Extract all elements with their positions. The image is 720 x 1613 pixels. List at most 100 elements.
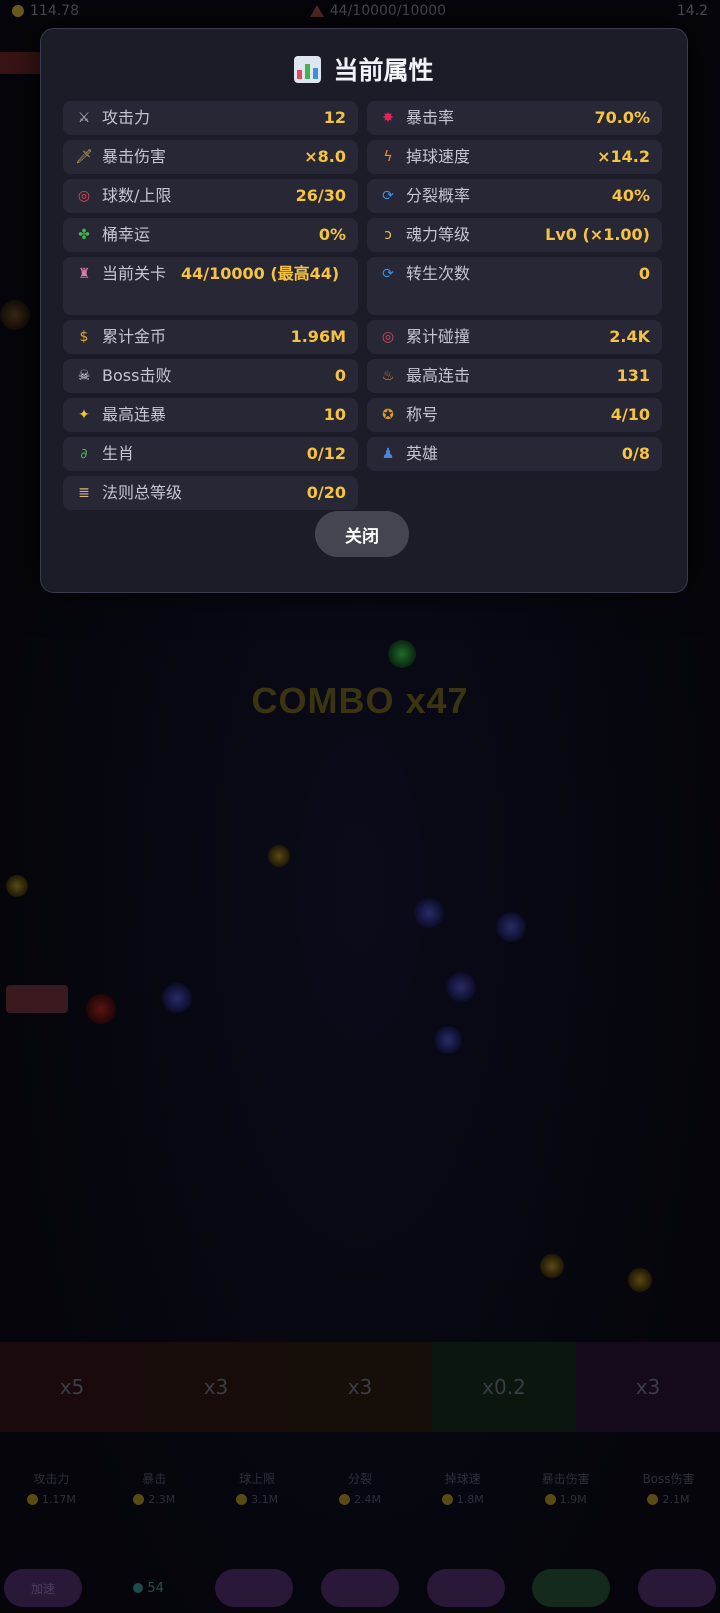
stat-label: 累计碰撞 <box>406 327 471 346</box>
stat-label-group: ≣ 法则总等级 <box>75 481 182 505</box>
stat-label: 球数/上限 <box>102 186 172 205</box>
stat-label-group: 🗡 暴击伤害 <box>75 145 166 169</box>
bottom-nav: 加速 54 <box>0 1568 720 1608</box>
stat-label-group: ◎ 累计碰撞 <box>379 325 470 349</box>
scroll-icon: ≣ <box>78 485 90 501</box>
ball <box>434 1026 462 1054</box>
stat-value: 0/20 <box>306 483 346 502</box>
stat-label: 最高连暴 <box>102 405 167 424</box>
ball <box>414 898 444 928</box>
level-icon <box>309 5 324 17</box>
stat-label-group: ☠ Boss击败 <box>75 364 172 388</box>
stat-label: 生肖 <box>102 444 135 463</box>
stat-label: Boss击败 <box>102 366 172 385</box>
upgrade-price: 2.3M <box>133 1493 175 1506</box>
upgrade-item[interactable]: 分裂 2.4M <box>310 1470 410 1540</box>
stat-item: ✤ 桶幸运 0% <box>63 218 358 252</box>
coin-icon <box>338 1494 350 1505</box>
stat-item: ✦ 最高连暴 10 <box>63 398 358 432</box>
stat-item: ♟ 英雄 0/8 <box>367 437 662 471</box>
speed-value: 14.2 <box>676 3 708 19</box>
upgrade-name: 暴击伤害 <box>541 1472 590 1486</box>
four-leaf-clover-icon: ✤ <box>78 227 90 243</box>
ball <box>628 1268 652 1292</box>
nav-button[interactable] <box>637 1569 716 1607</box>
nav-button[interactable] <box>320 1569 399 1607</box>
stat-value: 70.0% <box>594 108 650 127</box>
stat-label: 掉球速度 <box>406 147 471 166</box>
stat-label: 累计金币 <box>102 327 167 346</box>
coin-icon <box>133 1494 145 1505</box>
upgrade-item[interactable]: 球上限 3.1M <box>207 1470 307 1540</box>
nav-button[interactable] <box>532 1569 611 1607</box>
ball <box>162 983 192 1013</box>
stat-item: ✪ 称号 4/10 <box>367 398 662 432</box>
stats-modal: 当前属性 ⚔ 攻击力 12 ✸ 暴击率 70.0% 🗡 暴击伤害 ×8.0 ϟ 掉球速度 ×14.2 ◎… <box>40 28 688 593</box>
bucket: x5 <box>0 1342 144 1432</box>
upgrade-item[interactable]: 暴击 2.3M <box>104 1470 204 1540</box>
stat-value: 44/10000 (最高44) <box>181 264 340 283</box>
stat-value: 0 <box>638 264 650 283</box>
modal-title-text: 当前属性 <box>333 56 434 85</box>
stat-value: ×8.0 <box>304 147 346 166</box>
upgrade-price-value: 2.1M <box>662 1493 690 1506</box>
stat-item: ≣ 法则总等级 0/20 <box>63 476 358 510</box>
stat-value: 10 <box>323 405 346 424</box>
upgrade-price: 3.1M <box>236 1493 278 1506</box>
upgrade-price: 1.9M <box>544 1493 587 1506</box>
sparkles-icon: ✦ <box>78 407 90 423</box>
stat-label-group: ϟ 掉球速度 <box>379 145 470 169</box>
crossed-swords-icon: ⚔ <box>77 110 91 126</box>
skull-icon: ☠ <box>77 368 91 384</box>
upgrade-name: 掉球速 <box>444 1472 481 1486</box>
ball <box>388 640 416 668</box>
stat-label-group: ∂ 生肖 <box>75 442 134 466</box>
upgrade-item[interactable]: 攻击力 1.17M <box>1 1470 101 1540</box>
stat-label: 称号 <box>406 405 439 424</box>
coin-icon <box>26 1494 38 1505</box>
upgrade-bar: 攻击力 1.17M 暴击 2.3M 球上限 3.1M 分裂 2.4M 掉球速 1… <box>0 1470 720 1540</box>
stat-item: ☠ Boss击败 0 <box>63 359 358 393</box>
ball-count-value: 54 <box>147 1580 164 1596</box>
coin-icon <box>647 1494 659 1505</box>
cycle-icon: ⟳ <box>382 188 394 204</box>
ball <box>6 875 28 897</box>
ball <box>0 300 30 330</box>
upgrade-price: 1.17M <box>26 1493 76 1506</box>
stat-value: 131 <box>616 366 650 385</box>
upgrade-price-value: 2.4M <box>353 1493 381 1506</box>
stat-label: 最高连击 <box>406 366 471 385</box>
stat-value: 26/30 <box>295 186 346 205</box>
level-value: 44/10000/10000 <box>329 3 447 19</box>
nav-button[interactable] <box>215 1569 294 1607</box>
coin-icon <box>544 1494 556 1505</box>
stat-label: 攻击力 <box>102 108 151 127</box>
stat-item: ∂ 生肖 0/12 <box>63 437 358 471</box>
upgrade-item[interactable]: 掉球速 1.8M <box>413 1470 513 1540</box>
stat-item: ◎ 球数/上限 26/30 <box>63 179 358 213</box>
stat-item: ✸ 暴击率 70.0% <box>367 101 662 135</box>
stat-label: 暴击率 <box>406 108 455 127</box>
upgrade-name: 暴击 <box>142 1472 167 1486</box>
stat-label-group: ⚔ 攻击力 <box>75 106 150 130</box>
stat-value: 0/8 <box>621 444 650 463</box>
close-button[interactable]: 关闭 <box>315 511 409 557</box>
stat-label-group: ⟳ 转生次数 <box>379 262 470 286</box>
lightning-icon: ϟ <box>383 149 393 165</box>
stat-label: 当前关卡 <box>102 264 167 283</box>
speed-button-label: 加速 <box>30 1581 55 1596</box>
stat-label: 转生次数 <box>406 264 471 283</box>
nav-button[interactable] <box>426 1569 505 1607</box>
speed-button[interactable]: 加速 <box>4 1569 82 1607</box>
upgrade-item[interactable]: Boss伤害 2.1M <box>618 1470 718 1540</box>
stat-label: 暴击伤害 <box>102 147 167 166</box>
stat-item: ϟ 掉球速度 ×14.2 <box>367 140 662 174</box>
coin-icon <box>236 1494 248 1505</box>
coin-icon <box>12 5 24 17</box>
stat-value: 12 <box>323 108 346 127</box>
ball-count: 54 <box>110 1581 188 1596</box>
upgrade-item[interactable]: 暴击伤害 1.9M <box>516 1470 616 1540</box>
target-icon: ◎ <box>77 188 91 204</box>
floating-chip <box>6 985 68 1013</box>
upgrade-price-value: 2.3M <box>148 1493 176 1506</box>
